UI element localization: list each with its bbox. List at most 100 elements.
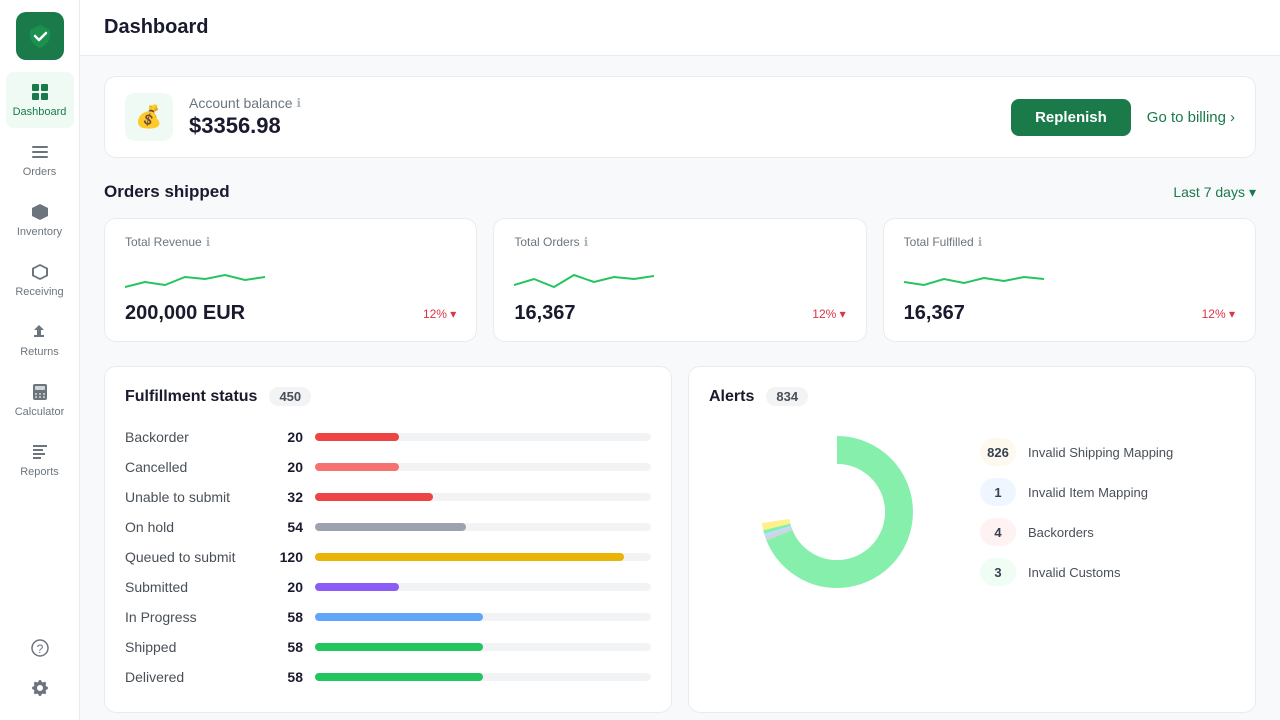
legend-item: 1 Invalid Item Mapping bbox=[980, 478, 1235, 506]
fulfillment-row-label: Unable to submit bbox=[125, 489, 255, 505]
balance-icon: 💰 bbox=[125, 93, 173, 141]
sidebar-item-returns[interactable]: Returns bbox=[6, 312, 74, 368]
fulfillment-row-count: 32 bbox=[267, 489, 303, 505]
account-balance-bar: 💰 Account balance ℹ $3356.98 Replenish G… bbox=[104, 76, 1256, 158]
fulfillment-bar-track bbox=[315, 673, 651, 681]
fulfillment-row-label: Delivered bbox=[125, 669, 255, 685]
go-to-billing-button[interactable]: Go to billing › bbox=[1147, 109, 1235, 126]
fulfillment-rows: Backorder 20 Cancelled 20 Unable to subm… bbox=[125, 422, 651, 692]
stat-value-fulfilled: 16,367 bbox=[904, 302, 965, 325]
content-area: 💰 Account balance ℹ $3356.98 Replenish G… bbox=[80, 56, 1280, 720]
alerts-card-header: Alerts 834 bbox=[709, 387, 1235, 406]
stat-card-revenue: Total Revenue ℹ 200,000 EUR 12% ▾ bbox=[104, 218, 477, 342]
fulfillment-bar-track bbox=[315, 463, 651, 471]
alerts-legend: 826 Invalid Shipping Mapping 1 Invalid I… bbox=[980, 438, 1235, 586]
sidebar-item-inventory[interactable]: Inventory bbox=[6, 192, 74, 248]
stat-change-fulfilled: 12% ▾ bbox=[1202, 307, 1235, 321]
fulfillment-bar-track bbox=[315, 493, 651, 501]
stat-change-revenue: 12% ▾ bbox=[423, 307, 456, 321]
legend-count: 3 bbox=[980, 558, 1016, 586]
stat-label-revenue: Total Revenue ℹ bbox=[125, 235, 456, 249]
sidebar-item-settings[interactable] bbox=[6, 668, 74, 708]
two-col-section: Fulfillment status 450 Backorder 20 Canc… bbox=[104, 366, 1256, 713]
fulfillment-row-count: 20 bbox=[267, 429, 303, 445]
stat-label-orders: Total Orders ℹ bbox=[514, 235, 845, 249]
fulfilled-info-icon[interactable]: ℹ bbox=[978, 235, 983, 249]
sidebar-item-inventory-label: Inventory bbox=[17, 226, 62, 238]
fulfillment-row-label: Shipped bbox=[125, 639, 255, 655]
legend-label: Backorders bbox=[1028, 525, 1094, 540]
orders-info-icon[interactable]: ℹ bbox=[584, 235, 589, 249]
svg-text:?: ? bbox=[36, 642, 43, 656]
sidebar-item-orders[interactable]: Orders bbox=[6, 132, 74, 188]
fulfillment-bar-track bbox=[315, 553, 651, 561]
fulfillment-bar-track bbox=[315, 643, 651, 651]
revenue-info-icon[interactable]: ℹ bbox=[206, 235, 211, 249]
fulfillment-row: Submitted 20 bbox=[125, 572, 651, 602]
fulfillment-row: Backorder 20 bbox=[125, 422, 651, 452]
stat-value-orders: 16,367 bbox=[514, 302, 575, 325]
date-filter[interactable]: Last 7 days ▾ bbox=[1173, 184, 1256, 201]
legend-label: Invalid Customs bbox=[1028, 565, 1120, 580]
stat-change-orders: 12% ▾ bbox=[812, 307, 845, 321]
orders-shipped-section-header: Orders shipped Last 7 days ▾ bbox=[104, 182, 1256, 202]
fulfillment-row-label: In Progress bbox=[125, 609, 255, 625]
replenish-button[interactable]: Replenish bbox=[1011, 99, 1131, 136]
sidebar-item-help[interactable]: ? bbox=[6, 628, 74, 668]
app-logo bbox=[16, 12, 64, 60]
fulfillment-bar-track bbox=[315, 583, 651, 591]
fulfillment-bar-track bbox=[315, 613, 651, 621]
fulfillment-bar-fill bbox=[315, 673, 483, 681]
sidebar-item-returns-label: Returns bbox=[20, 346, 59, 358]
legend-label: Invalid Item Mapping bbox=[1028, 485, 1148, 500]
fulfillment-row-count: 58 bbox=[267, 669, 303, 685]
chevron-down-icon: ▾ bbox=[1249, 184, 1256, 201]
orders-shipped-title: Orders shipped bbox=[104, 182, 230, 202]
fulfillment-row-count: 54 bbox=[267, 519, 303, 535]
sidebar-item-reports[interactable]: Reports bbox=[6, 432, 74, 488]
fulfillment-bar-fill bbox=[315, 613, 483, 621]
fulfillment-bar-fill bbox=[315, 433, 399, 441]
alerts-badge: 834 bbox=[766, 387, 808, 406]
alerts-title: Alerts bbox=[709, 388, 754, 406]
fulfillment-row-label: Submitted bbox=[125, 579, 255, 595]
fulfillment-row: Cancelled 20 bbox=[125, 452, 651, 482]
orders-sparkline bbox=[514, 257, 654, 297]
fulfillment-row-label: Cancelled bbox=[125, 459, 255, 475]
stat-card-fulfilled: Total Fulfilled ℹ 16,367 12% ▾ bbox=[883, 218, 1256, 342]
fulfillment-row: Unable to submit 32 bbox=[125, 482, 651, 512]
stat-bottom-fulfilled: 16,367 12% ▾ bbox=[904, 302, 1235, 325]
fulfillment-row-label: Backorder bbox=[125, 429, 255, 445]
fulfilled-sparkline bbox=[904, 257, 1044, 297]
fulfillment-bar-fill bbox=[315, 583, 399, 591]
stat-bottom-revenue: 200,000 EUR 12% ▾ bbox=[125, 302, 456, 325]
page-title: Dashboard bbox=[104, 16, 1256, 39]
legend-count: 4 bbox=[980, 518, 1016, 546]
fulfillment-row-count: 58 bbox=[267, 639, 303, 655]
fulfillment-row: In Progress 58 bbox=[125, 602, 651, 632]
revenue-sparkline bbox=[125, 257, 265, 297]
balance-info-icon[interactable]: ℹ bbox=[297, 96, 302, 110]
fulfillment-bar-track bbox=[315, 433, 651, 441]
sidebar-item-dashboard[interactable]: Dashboard bbox=[6, 72, 74, 128]
fulfillment-bar-fill bbox=[315, 643, 483, 651]
fulfillment-row-count: 20 bbox=[267, 579, 303, 595]
legend-count: 826 bbox=[980, 438, 1016, 466]
donut-chart bbox=[747, 422, 927, 602]
sidebar-item-receiving[interactable]: Receiving bbox=[6, 252, 74, 308]
fulfillment-row: Queued to submit 120 bbox=[125, 542, 651, 572]
fulfillment-row: Delivered 58 bbox=[125, 662, 651, 692]
stat-bottom-orders: 16,367 12% ▾ bbox=[514, 302, 845, 325]
fulfillment-row-label: On hold bbox=[125, 519, 255, 535]
balance-amount: $3356.98 bbox=[189, 113, 301, 139]
sidebar-item-calculator[interactable]: Calculator bbox=[6, 372, 74, 428]
legend-count: 1 bbox=[980, 478, 1016, 506]
legend-label: Invalid Shipping Mapping bbox=[1028, 445, 1173, 460]
sidebar-item-dashboard-label: Dashboard bbox=[13, 106, 67, 118]
stats-row: Total Revenue ℹ 200,000 EUR 12% ▾ Total … bbox=[104, 218, 1256, 342]
stat-label-fulfilled: Total Fulfilled ℹ bbox=[904, 235, 1235, 249]
legend-item: 4 Backorders bbox=[980, 518, 1235, 546]
fulfillment-bar-fill bbox=[315, 463, 399, 471]
fulfillment-row-count: 58 bbox=[267, 609, 303, 625]
fulfillment-bar-fill bbox=[315, 523, 466, 531]
